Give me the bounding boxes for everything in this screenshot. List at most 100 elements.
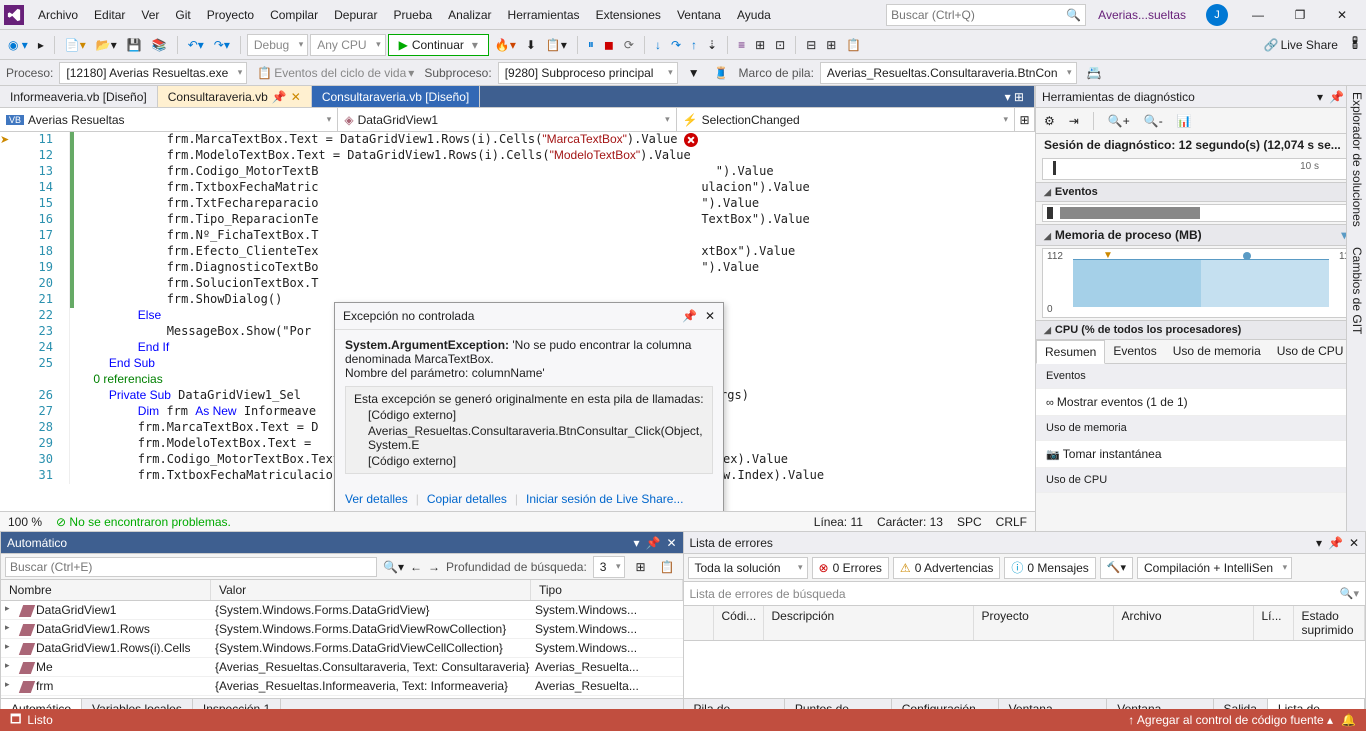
global-search-box[interactable]: 🔍 [886, 4, 1086, 26]
solution-explorer-tab[interactable]: Explorador de soluciones [1349, 92, 1364, 227]
process-combo[interactable]: [12180] Averias Resueltas.exe [59, 62, 247, 84]
document-tab[interactable]: Informeaveria.vb [Diseño] [0, 86, 158, 107]
scope-combo[interactable]: Toda la solución [688, 557, 808, 579]
step-out-button[interactable]: ↑ [687, 34, 701, 56]
depth-combo[interactable]: 3 [593, 556, 626, 578]
cpu-section-header[interactable]: CPU (% de todos los procesadores) [1036, 320, 1366, 340]
search-icon[interactable]: 🔍▾ [383, 560, 404, 574]
tb2-btn[interactable]: 📇 [1083, 62, 1106, 84]
zoom-level[interactable]: 100 % [8, 515, 42, 529]
pin-icon[interactable]: 📌 [1328, 536, 1343, 550]
nav-fwd-button[interactable]: ▸ [34, 34, 48, 56]
tb-btn-8[interactable]: ⊞ [822, 34, 840, 56]
nav-prev-icon[interactable]: ← [410, 560, 422, 574]
menu-depurar[interactable]: Depurar [326, 4, 385, 26]
stop-button[interactable]: ◼ [600, 34, 618, 56]
tb-btn-3[interactable]: ⇣ [703, 34, 721, 56]
close-icon[interactable]: ✕ [1349, 536, 1359, 550]
events-section-header[interactable]: Eventos [1036, 182, 1366, 202]
tb-btn-1[interactable]: ⬇ [522, 34, 540, 56]
global-search-input[interactable] [891, 8, 1066, 22]
save-all-button[interactable]: 📚 [148, 34, 171, 56]
warnings-filter-button[interactable]: ⚠0 Advertencias [893, 557, 1000, 579]
menu-prueba[interactable]: Prueba [385, 4, 440, 26]
user-avatar[interactable]: J [1206, 4, 1228, 26]
split-button[interactable]: ⊞ [1015, 108, 1035, 131]
autos-row[interactable]: ▸DataGridView1.Rows(i).Cells{System.Wind… [1, 639, 683, 658]
tb-btn-7[interactable]: ⊟ [802, 34, 820, 56]
redo-button[interactable]: ↷▾ [210, 34, 234, 56]
pause-button[interactable]: ⏸ [584, 34, 598, 56]
feedback-button[interactable]: 🖁 [1348, 34, 1362, 56]
menu-compilar[interactable]: Compilar [262, 4, 326, 26]
autos-btn-1[interactable]: ⊞ [631, 556, 649, 578]
liveshare-link[interactable]: Iniciar sesión de Live Share... [526, 492, 683, 506]
new-item-button[interactable]: 📄▾ [61, 34, 90, 56]
menu-editar[interactable]: Editar [86, 4, 133, 26]
autos-btn-2[interactable]: 📋 [656, 556, 679, 578]
menu-extensiones[interactable]: Extensiones [588, 4, 669, 26]
take-snapshot-button[interactable]: 📷 Tomar instantánea [1036, 441, 1366, 468]
undo-button[interactable]: ↶▾ [184, 34, 208, 56]
diag-tab[interactable]: Uso de memoria [1165, 340, 1269, 363]
zoom-out-icon[interactable]: 🔍- [1140, 110, 1167, 132]
step-into-button[interactable]: ↓ [651, 34, 665, 56]
pin-icon[interactable]: 📌 [645, 536, 660, 550]
tb-btn-2[interactable]: 📋▾ [542, 34, 571, 56]
menu-analizar[interactable]: Analizar [440, 4, 499, 26]
reset-icon[interactable]: ⇥ [1065, 110, 1083, 132]
open-button[interactable]: 📂▾ [92, 34, 121, 56]
platform-combo[interactable]: Any CPU [310, 34, 385, 56]
config-combo[interactable]: Debug [247, 34, 308, 56]
lifecycle-events-button[interactable]: 📋 Eventos del ciclo de vida ▾ [253, 62, 418, 84]
menu-proyecto[interactable]: Proyecto [199, 4, 262, 26]
git-changes-tab[interactable]: Cambios de GIT [1349, 247, 1364, 334]
save-button[interactable]: 💾 [123, 34, 146, 56]
menu-herramientas[interactable]: Herramientas [500, 4, 588, 26]
filter-icon[interactable]: ▼ [684, 62, 704, 84]
tb-btn-4[interactable]: ≡ [734, 34, 749, 56]
autos-row[interactable]: ▸DataGridView1{System.Windows.Forms.Data… [1, 601, 683, 620]
nav-project-combo[interactable]: VBAverias Resueltas▾ [0, 108, 338, 131]
timeline-ruler[interactable]: 10 s [1042, 158, 1360, 180]
view-details-link[interactable]: Ver detalles [345, 492, 408, 506]
autos-row[interactable]: ▸frm{Averias_Resueltas.Informeaveria, Te… [1, 677, 683, 696]
step-over-button[interactable]: ↷ [667, 34, 685, 56]
autos-row[interactable]: ▸Me{Averias_Resueltas.Consultaraveria, T… [1, 658, 683, 677]
document-tab[interactable]: Consultaraveria.vb 📌 ✕ [158, 86, 312, 107]
source-combo[interactable]: Compilación + IntelliSen [1137, 557, 1292, 579]
menu-archivo[interactable]: Archivo [30, 4, 86, 26]
chart-icon[interactable]: 📊 [1173, 110, 1196, 132]
diag-tab[interactable]: Resumen [1036, 340, 1105, 364]
nav-next-icon[interactable]: → [428, 560, 440, 574]
document-tab[interactable]: Consultaraveria.vb [Diseño] [312, 86, 480, 107]
nav-back-button[interactable]: ◉ ▾ [4, 34, 32, 56]
minimize-button[interactable]: — [1238, 0, 1278, 30]
restart-button[interactable]: ⟳ [620, 34, 638, 56]
messages-filter-button[interactable]: ⓘ0 Mensajes [1004, 557, 1095, 579]
copy-details-link[interactable]: Copiar detalles [427, 492, 507, 506]
tb-btn-9[interactable]: 📋 [842, 34, 865, 56]
menu-ayuda[interactable]: Ayuda [729, 4, 779, 26]
build-filter-button[interactable]: 🔨▾ [1100, 557, 1133, 579]
stackframe-combo[interactable]: Averias_Resueltas.Consultaraveria.BtnCon [820, 62, 1077, 84]
menu-ver[interactable]: Ver [133, 4, 167, 26]
dropdown-icon[interactable]: ▾ [633, 536, 639, 550]
diag-tab[interactable]: Uso de CPU [1269, 340, 1352, 363]
continue-button[interactable]: ▶Continuar▾ [388, 34, 489, 56]
menu-ventana[interactable]: Ventana [669, 4, 729, 26]
menu-git[interactable]: Git [167, 4, 198, 26]
diag-tab[interactable]: Eventos [1105, 340, 1164, 363]
errors-filter-button[interactable]: ⊗0 Errores [812, 557, 889, 579]
code-editor[interactable]: 1112131415161718192021222324252627282930… [0, 132, 1035, 511]
tb-btn-5[interactable]: ⊞ [751, 34, 769, 56]
tb-btn-6[interactable]: ⊡ [771, 34, 789, 56]
hot-reload-button[interactable]: 🔥▾ [491, 34, 520, 56]
thread-icon[interactable]: 🧵 [710, 62, 733, 84]
gear-icon[interactable]: ⚙ [1040, 110, 1059, 132]
live-share-button[interactable]: 🔗 Live Share [1260, 34, 1342, 56]
pin-icon[interactable]: 📌 [682, 309, 697, 323]
nav-type-combo[interactable]: ◈DataGridView1▾ [338, 108, 676, 131]
memory-section-header[interactable]: Memoria de proceso (MB) ▾ ● [1036, 224, 1366, 246]
error-search-input[interactable]: Lista de errores de búsqueda🔍▾ [684, 582, 1366, 606]
